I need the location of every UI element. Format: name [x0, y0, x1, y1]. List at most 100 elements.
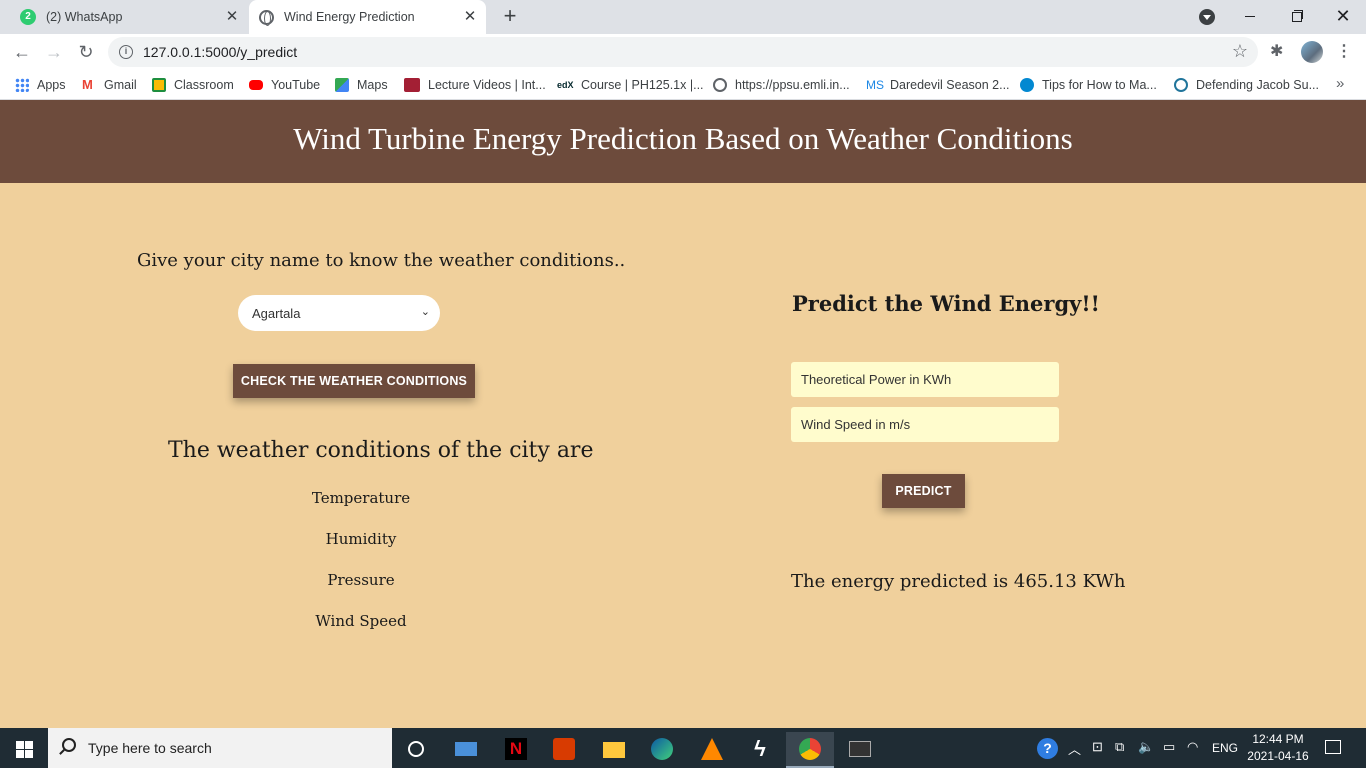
volume-icon[interactable]: 🔈 — [1138, 739, 1154, 755]
bookmark-label: Apps — [37, 78, 66, 92]
bookmark-lecture-videos[interactable]: Lecture Videos | Int... — [404, 76, 546, 94]
forward-icon[interactable]: → — [42, 40, 66, 64]
bookmark-label: Classroom — [174, 78, 234, 92]
bookmark-label: Maps — [357, 78, 388, 92]
close-tab-icon[interactable]: ✕ — [224, 9, 240, 25]
bookmark-label: https://ppsu.emli.in... — [735, 78, 850, 92]
close-window-button[interactable]: ✕ — [1320, 3, 1366, 29]
office-icon[interactable] — [540, 732, 588, 768]
reload-icon[interactable]: ↻ — [74, 40, 98, 64]
taskbar-search[interactable]: Type here to search — [48, 728, 392, 768]
bookmark-course[interactable]: edX Course | PH125.1x |... — [557, 76, 704, 94]
city-select[interactable]: Agartala ⌄ — [238, 295, 440, 331]
menu-icon[interactable]: ⋮ — [1336, 41, 1352, 61]
tab-whatsapp[interactable]: 2 (2) WhatsApp ✕ — [8, 0, 248, 34]
battery-icon[interactable]: ▭ — [1163, 739, 1175, 755]
tab-title: Wind Energy Prediction — [284, 10, 415, 24]
start-button[interactable] — [0, 728, 48, 768]
wind-speed-input[interactable]: Wind Speed in m/s — [791, 407, 1059, 442]
globe-icon — [713, 78, 727, 92]
theoretical-power-input[interactable]: Theoretical Power in KWh — [791, 362, 1059, 397]
chevron-up-icon[interactable]: ︿ — [1068, 739, 1081, 758]
bookmark-youtube[interactable]: YouTube — [249, 76, 320, 94]
bookmark-label: Course | PH125.1x |... — [581, 78, 704, 92]
bookmark-tips[interactable]: Tips for How to Ma... — [1020, 76, 1157, 94]
file-explorer-icon[interactable] — [590, 732, 638, 768]
profile-avatar[interactable] — [1301, 41, 1323, 63]
meet-icon[interactable]: ⊡ — [1092, 739, 1103, 755]
info-icon[interactable]: i — [119, 45, 133, 59]
bookmark-classroom[interactable]: Classroom — [152, 76, 234, 94]
check-weather-button[interactable]: Check the weather conditions — [233, 364, 475, 398]
maps-icon — [335, 78, 349, 92]
bookmark-gmail[interactable]: M Gmail — [82, 76, 137, 94]
extensions-icon[interactable]: ✱ — [1270, 41, 1283, 61]
wordpress-icon — [1174, 78, 1188, 92]
clock-time[interactable]: 12:44 PM — [1248, 732, 1308, 746]
close-tab-icon[interactable]: ✕ — [462, 9, 478, 25]
city-prompt: Give your city name to know the weather … — [137, 250, 626, 271]
terminal-icon[interactable] — [836, 732, 884, 768]
back-icon[interactable]: ← — [10, 40, 34, 64]
edge-icon[interactable] — [638, 732, 686, 768]
search-icon — [62, 738, 76, 752]
notification-icon[interactable] — [1325, 740, 1341, 754]
gmail-icon: M — [82, 77, 93, 92]
classroom-icon — [152, 78, 166, 92]
vlc-icon[interactable] — [688, 732, 736, 768]
globe-icon — [259, 9, 274, 26]
bookmark-defending-jacob[interactable]: Defending Jacob Su... — [1174, 76, 1319, 94]
tab-wind-energy[interactable]: Wind Energy Prediction ✕ — [249, 0, 486, 34]
bookmark-label: Lecture Videos | Int... — [428, 78, 546, 92]
chevron-down-icon: ⌄ — [420, 306, 430, 318]
predict-button[interactable]: Predict — [882, 474, 965, 508]
language-indicator[interactable]: ENG — [1212, 741, 1238, 755]
humidity-label: Humidity — [325, 530, 397, 548]
help-icon[interactable]: ? — [1037, 738, 1058, 759]
new-tab-button[interactable]: + — [498, 5, 522, 29]
address-bar[interactable]: i 127.0.0.1:5000/y_predict ☆ — [108, 37, 1258, 67]
apps-grid-icon — [15, 78, 29, 92]
page-header: Wind Turbine Energy Prediction Based on … — [0, 100, 1366, 183]
home-icon — [1020, 78, 1034, 92]
prediction-result: The energy predicted is 465.13 KWh — [791, 571, 1126, 592]
cortana-icon[interactable] — [392, 732, 440, 768]
bookmark-label: YouTube — [271, 78, 321, 92]
bookmark-ppsu[interactable]: https://ppsu.emli.in... — [713, 76, 850, 94]
bookmarks-overflow-icon[interactable]: » — [1336, 75, 1344, 92]
ms-icon: MS — [866, 78, 884, 92]
tab-search-icon[interactable] — [1199, 9, 1215, 25]
netflix-icon[interactable]: N — [492, 732, 540, 768]
bookmark-label: Tips for How to Ma... — [1042, 78, 1157, 92]
bookmark-label: Defending Jacob Su... — [1196, 78, 1319, 92]
display-icon[interactable]: ⧉ — [1115, 739, 1124, 755]
url-text[interactable]: 127.0.0.1:5000/y_predict — [143, 44, 297, 60]
restore-button[interactable] — [1273, 3, 1319, 29]
search-placeholder: Type here to search — [88, 740, 212, 756]
browser-toolbar: ← → ↻ i 127.0.0.1:5000/y_predict ☆ ✱ ⋮ — [0, 34, 1366, 70]
bookmarks-bar: Apps M Gmail Classroom YouTube Maps Lect… — [0, 70, 1366, 100]
wind-speed-label: Wind Speed — [315, 612, 407, 630]
tab-title: (2) WhatsApp — [46, 10, 123, 24]
bookmark-label: Daredevil Season 2... — [890, 78, 1010, 92]
bookmark-apps[interactable]: Apps — [15, 76, 66, 94]
wifi-icon[interactable]: ◠ — [1187, 739, 1198, 755]
clock-date[interactable]: 2021-04-16 — [1244, 749, 1312, 763]
bookmark-label: Gmail — [104, 78, 137, 92]
city-select-value: Agartala — [252, 306, 301, 321]
weather-heading: The weather conditions of the city are — [168, 438, 594, 463]
tab-strip: 2 (2) WhatsApp ✕ Wind Energy Prediction … — [0, 0, 1366, 34]
predict-heading: Predict the Wind Energy!! — [792, 291, 1100, 316]
pressure-label: Pressure — [327, 571, 395, 589]
app-s-icon[interactable]: ϟ — [736, 732, 784, 768]
laptop-icon[interactable] — [442, 732, 490, 768]
whatsapp-icon: 2 — [20, 9, 36, 25]
page-title: Wind Turbine Energy Prediction Based on … — [293, 121, 1073, 156]
youtube-icon — [249, 80, 263, 90]
minimize-button[interactable] — [1227, 3, 1273, 29]
chrome-icon[interactable] — [786, 732, 834, 768]
mit-ocw-icon — [404, 78, 420, 92]
bookmark-maps[interactable]: Maps — [335, 76, 388, 94]
bookmark-star-icon[interactable]: ☆ — [1232, 41, 1248, 62]
bookmark-daredevil[interactable]: MS Daredevil Season 2... — [866, 76, 1010, 94]
